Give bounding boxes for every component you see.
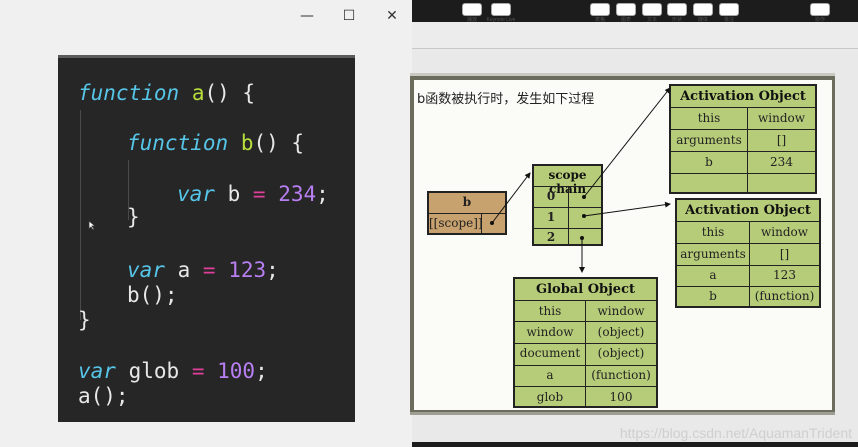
arrow-scope-to-chain [491,172,531,224]
dot [490,221,494,225]
arrow-chain0-to-ao1 [583,87,671,198]
dot [582,195,586,199]
arrow-chain1-to-ao2 [583,201,671,217]
dot [582,214,586,218]
diagram-arrows [490,87,671,273]
watermark: https://blog.csdn.net/AquamanTrident [619,425,852,441]
dot [580,236,584,240]
